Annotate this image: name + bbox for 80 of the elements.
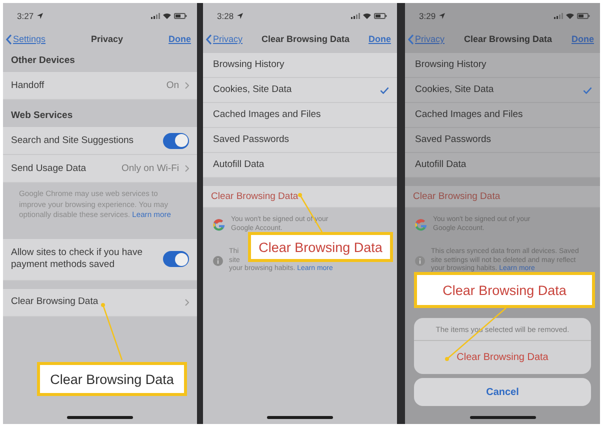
row-label: Cached Images and Files (415, 109, 523, 121)
done-link[interactable]: Done (168, 34, 191, 44)
row-label: Search and Site Suggestions (11, 134, 134, 146)
row-label: Allow sites to check if you have payment methods saved (11, 247, 144, 271)
battery-icon (174, 12, 187, 18)
option-row[interactable]: Cached Images and Files (405, 103, 600, 128)
action-row[interactable]: Clear Browsing Data (203, 186, 397, 208)
screen-title: Clear Browsing Data (464, 34, 552, 44)
row-label: Handoff (11, 80, 44, 92)
back-link[interactable]: Settings (6, 34, 46, 44)
back-chevron-icon (206, 34, 212, 44)
action-label: Clear Browsing Data (211, 190, 298, 202)
callout-label: Clear Browsing Data (248, 232, 393, 262)
status-time: 3:27 (17, 10, 34, 20)
option-row[interactable]: Browsing History (405, 53, 600, 78)
row-label: Saved Passwords (213, 134, 290, 146)
signal-icon (151, 12, 160, 18)
row-label: Cookies, Site Data (213, 84, 292, 96)
option-row[interactable]: Cached Images and Files (203, 103, 397, 128)
toggle-switch[interactable] (163, 251, 189, 267)
option-row[interactable]: Saved Passwords (405, 128, 600, 153)
callout-label: Clear Browsing Data (37, 362, 187, 396)
wifi-icon (566, 12, 574, 18)
row-label: Autofill Data (415, 159, 466, 171)
status-time: 3:28 (217, 10, 234, 20)
google-logo-icon (415, 218, 427, 230)
info-icon (213, 256, 223, 266)
row-value: Only on Wi-Fi (121, 163, 179, 174)
option-row[interactable]: Cookies, Site Data (405, 78, 600, 103)
row-label: Cookies, Site Data (415, 84, 494, 96)
option-row[interactable]: Saved Passwords (203, 128, 397, 153)
battery-icon (577, 12, 590, 18)
info-icon (415, 256, 425, 266)
chevron-icon (185, 165, 189, 172)
home-indicator (67, 416, 133, 419)
wifi-icon (363, 12, 371, 18)
option-row[interactable]: Autofill Data (203, 153, 397, 178)
home-indicator (470, 416, 536, 419)
option-row[interactable]: Cookies, Site Data (203, 78, 397, 103)
checkmark-icon (380, 86, 389, 94)
location-arrow-icon (438, 12, 445, 18)
chevron-icon (185, 82, 189, 89)
callout-label: Clear Browsing Data (414, 272, 595, 308)
back-chevron-icon (6, 34, 12, 44)
cancel-button[interactable]: Cancel (414, 378, 591, 406)
row-label: Browsing History (213, 59, 284, 71)
toggle-switch[interactable] (163, 132, 189, 148)
done-link[interactable]: Done (368, 34, 391, 44)
chevron-icon (185, 298, 189, 306)
action-label: Clear Browsing Data (413, 190, 500, 202)
home-indicator (267, 416, 333, 419)
row-label: Cached Images and Files (213, 109, 321, 121)
row-label: Browsing History (415, 59, 486, 71)
signal-icon (554, 12, 563, 18)
section-header: Web Services (10, 109, 74, 123)
battery-icon (374, 12, 387, 18)
location-arrow-icon (236, 12, 243, 18)
wifi-icon (163, 12, 171, 18)
row-label: Saved Passwords (415, 134, 492, 146)
row-label: Clear Browsing Data (11, 296, 98, 308)
screen-title: Privacy (91, 34, 124, 44)
status-time: 3:29 (419, 10, 436, 20)
row-label: Autofill Data (213, 159, 264, 171)
signal-icon (351, 12, 360, 18)
row-label: Send Usage Data (11, 162, 86, 174)
checkmark-icon (583, 86, 592, 94)
location-arrow-icon (36, 12, 43, 18)
back-chevron-icon (408, 34, 414, 44)
option-row[interactable]: Autofill Data (405, 153, 600, 178)
option-row[interactable]: Browsing History (203, 53, 397, 78)
settings-row[interactable]: Send Usage Data Only on Wi-Fi (3, 155, 197, 183)
settings-row[interactable]: Handoff On (3, 72, 197, 100)
leader-line (101, 303, 124, 362)
section-header: Other Devices (10, 54, 76, 68)
back-link[interactable]: Privacy (206, 34, 243, 44)
row-value: On (166, 80, 179, 91)
settings-row[interactable]: Clear Browsing Data (3, 288, 197, 316)
confirm-clear-button[interactable]: Clear Browsing Data (414, 341, 591, 374)
google-logo-icon (213, 218, 225, 230)
screen-title: Clear Browsing Data (261, 34, 350, 44)
